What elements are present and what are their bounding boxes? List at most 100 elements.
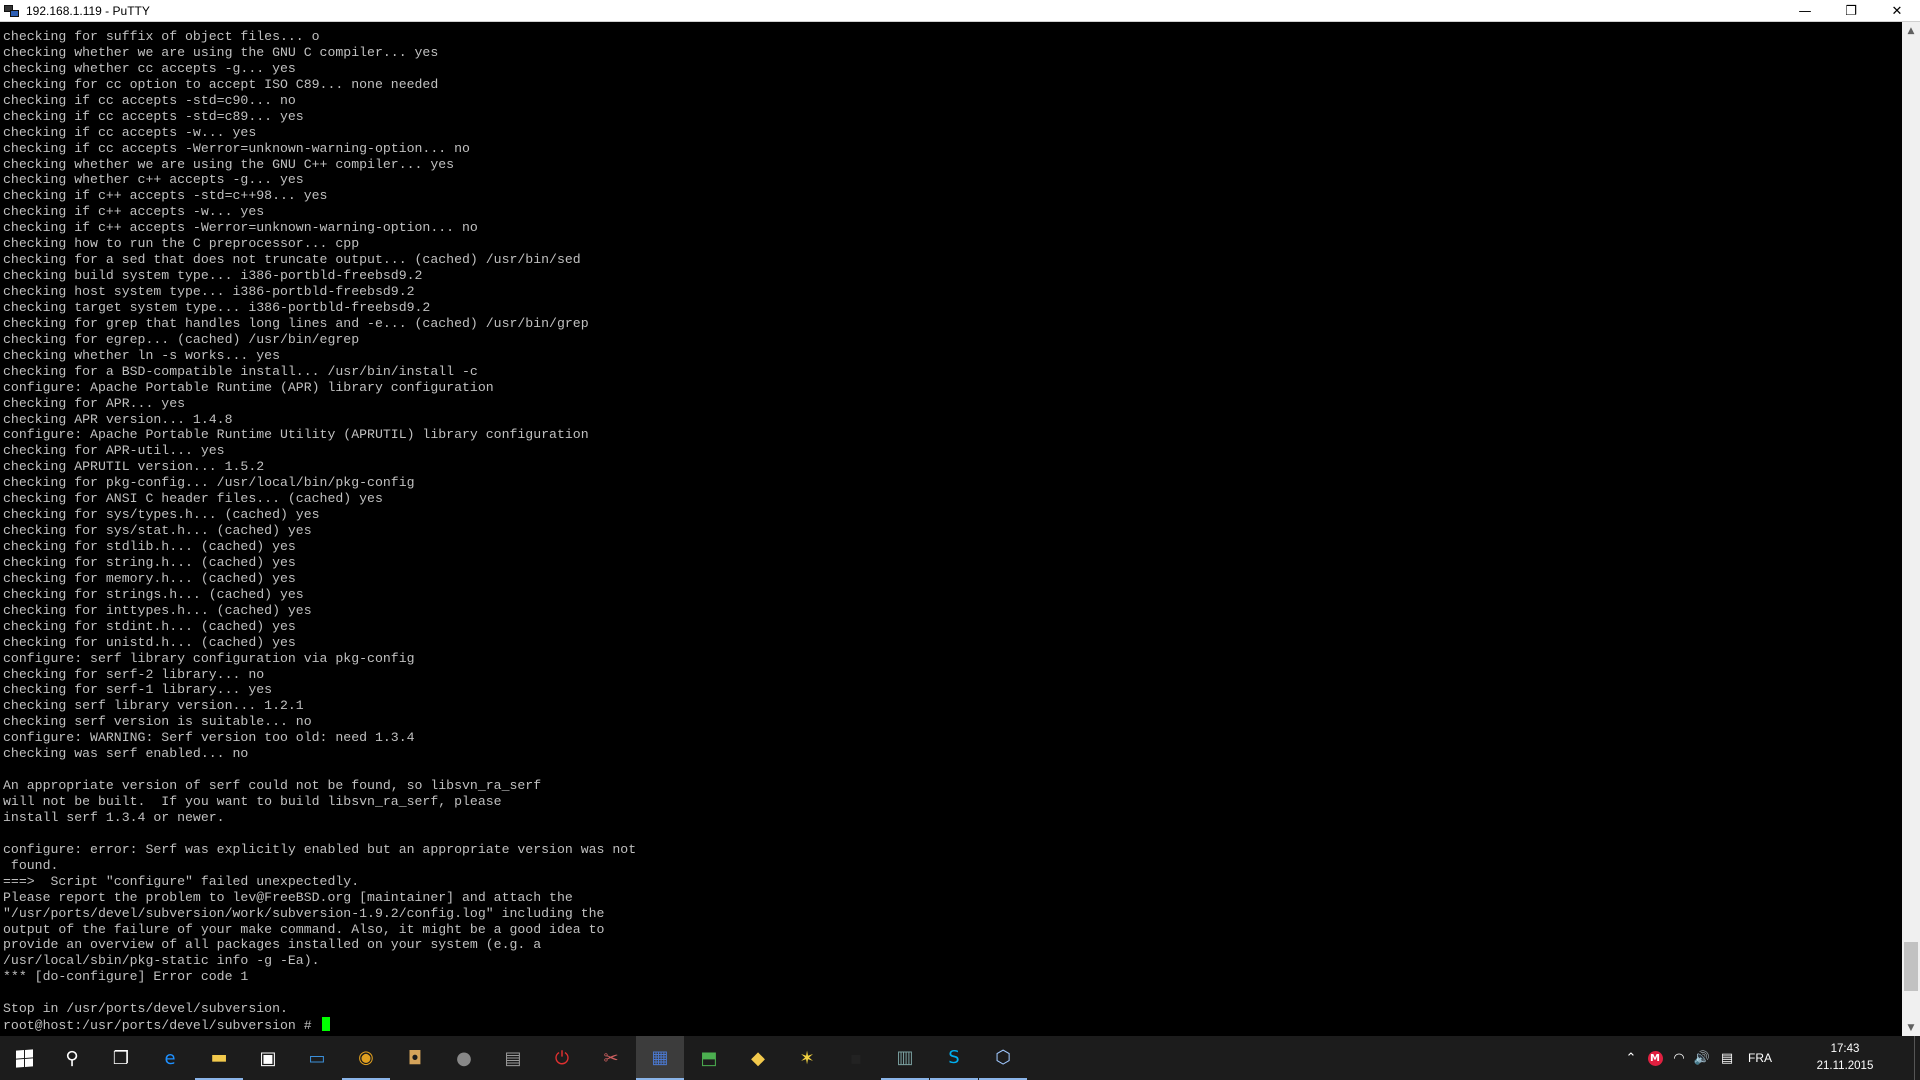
terminal-line: checking was serf enabled... no [3, 746, 249, 762]
taskbar-button-skype[interactable]: S [930, 1036, 978, 1080]
taskbar-button-network-app[interactable]: ⬒ [685, 1036, 733, 1080]
taskbar-button-file-explorer[interactable]: ▬ [195, 1036, 243, 1080]
taskbar-button-store[interactable]: ▣ [244, 1036, 292, 1080]
taskbar-button-shutdown-app[interactable]: ⏻ [538, 1036, 586, 1080]
app-icon-generic: ◘ [407, 1047, 423, 1069]
taskbar-button-remote-desktop[interactable]: ▭ [293, 1036, 341, 1080]
system-tray: ⌃ M ◠ 🔊 ▤ FRA 17:43 21.11.2015 [1620, 1036, 1920, 1080]
taskbar-button-terminal-app[interactable]: ▥ [881, 1036, 929, 1080]
clock[interactable]: 17:43 21.11.2015 [1810, 1041, 1880, 1075]
terminal-line: checking for stdlib.h... (cached) yes [3, 539, 296, 554]
terminal-line: checking for stdint.h... (cached) yes [3, 618, 296, 634]
taskbar-button-star-app[interactable]: ✶ [783, 1036, 831, 1080]
terminal-line: will not be built. If you want to build … [3, 794, 502, 809]
terminal-line: configure: serf library configuration vi… [3, 650, 415, 666]
taskbar-button-disk-app[interactable]: ▤ [489, 1036, 537, 1080]
terminal-line: checking if c++ accepts -w... yes [3, 204, 265, 220]
scrollbar-thumb[interactable] [1904, 942, 1918, 992]
taskbar-button-virtualbox[interactable]: ⬡ [979, 1036, 1027, 1080]
clock-time: 17:43 [1830, 1043, 1860, 1055]
terminal-line: checking host system type... i386-portbl… [3, 284, 415, 299]
taskbar-button-task-view[interactable]: ❐ [97, 1036, 145, 1080]
terminal-line: checking if cc accepts -Werror=unknown-w… [3, 140, 470, 156]
taskbar-button-search[interactable]: ⚲ [48, 1036, 96, 1080]
terminal-line: checking for sys/types.h... (cached) yes [3, 507, 320, 523]
terminal-prompt-line[interactable]: root@host:/usr/ports/devel/subversion # [3, 1017, 636, 1033]
text-cursor [321, 1017, 330, 1032]
terminal-line: checking for egrep... (cached) /usr/bin/… [3, 331, 360, 347]
disk-app-icon: ▤ [504, 1047, 522, 1069]
terminal-line: checking target system type... i386-port… [3, 299, 431, 315]
wifi-icon[interactable]: ◠ [1668, 1036, 1690, 1080]
star-app-icon: ✶ [799, 1047, 815, 1069]
search-icon: ⚲ [65, 1047, 79, 1069]
terminal-line: configure: WARNING: Serf version too old… [3, 730, 415, 746]
terminal-line: checking for grep that handles long line… [3, 315, 589, 331]
window-title-bar[interactable]: 192.168.1.119 - PuTTY — ❐ ✕ [0, 0, 1920, 22]
volume-icon[interactable]: 🔊 [1690, 1036, 1714, 1080]
chicken-app-icon: ◆ [751, 1047, 765, 1069]
terminal-app-icon: ▥ [896, 1046, 914, 1068]
terminal-line: checking for suffix of object files... o [3, 29, 320, 44]
taskbar-button-edge[interactable]: e [146, 1036, 194, 1080]
terminal-line: checking for APR-util... yes [3, 443, 225, 459]
terminal-line: checking for memory.h... (cached) yes [3, 570, 296, 586]
terminal-line: configure: Apache Portable Runtime Utili… [3, 427, 589, 443]
terminal-area[interactable]: checking for suffix of object files... o… [0, 22, 1902, 1036]
terminal-line: checking serf library version... 1.2.1 [3, 698, 304, 714]
terminal-line: checking for cc option to accept ISO C89… [3, 76, 439, 92]
taskbar-button-tools-app[interactable]: ✂ [587, 1036, 635, 1080]
shutdown-app-icon: ⏻ [554, 1047, 570, 1069]
terminal-line: checking whether we are using the GNU C … [3, 44, 439, 60]
taskbar: ⚲ ❐ e ▬ ▣ ▭ ◉ ◘ ● ▤ ⏻ ✂ ▦ ⬒ ◆ ✶ ▪ ▥ S ⬡ ⌃ M ◠ 🔊 ▤ FRA 17:43… [0, 1036, 1920, 1080]
taskbar-button-putty[interactable]: ▦ [636, 1036, 684, 1080]
taskbar-button-chrome[interactable]: ◉ [342, 1036, 390, 1080]
store-icon: ▣ [259, 1047, 277, 1069]
scroll-down-arrow-icon[interactable]: ▼ [1902, 1019, 1920, 1036]
terminal-line: checking if cc accepts -std=c89... yes [3, 108, 304, 124]
antivirus-tray-icon[interactable]: M [1642, 1036, 1668, 1080]
taskbar-button-console-app[interactable]: ▪ [832, 1036, 880, 1080]
terminal-line: "/usr/ports/devel/subversion/work/subver… [3, 905, 605, 921]
terminal-line: checking APR version... 1.4.8 [3, 411, 233, 427]
terminal-line: checking for serf-1 library... yes [3, 682, 273, 698]
window-title: 192.168.1.119 - PuTTY [26, 3, 150, 18]
console-app-icon: ▪ [849, 1047, 863, 1069]
restore-button[interactable]: ❐ [1828, 0, 1874, 22]
scroll-up-arrow-icon[interactable]: ▲ [1902, 22, 1920, 39]
terminal-line: checking for APR... yes [3, 395, 186, 411]
action-center-icon[interactable]: ▤ [1714, 1036, 1740, 1080]
putty-icon: ▦ [651, 1046, 669, 1068]
taskbar-button-audio-app[interactable]: ● [440, 1036, 488, 1080]
terminal-line: An appropriate version of serf could not… [3, 778, 542, 794]
terminal-line: ===> Script "configure" failed unexpecte… [3, 873, 360, 889]
input-language-indicator[interactable]: FRA [1742, 1036, 1778, 1080]
terminal-line: checking APRUTIL version... 1.5.2 [3, 459, 265, 475]
show-desktop-button[interactable] [1914, 1036, 1920, 1080]
terminal-line: checking whether ln -s works... yes [3, 347, 280, 363]
terminal-line: configure: Apache Portable Runtime (APR)… [3, 379, 494, 395]
taskbar-button-chicken-app[interactable]: ◆ [734, 1036, 782, 1080]
terminal-line: configure: error: Serf was explicitly en… [3, 841, 637, 857]
terminal-line: /usr/local/sbin/pkg-static info -g -Ea). [3, 953, 320, 969]
tray-chevron-icon[interactable]: ⌃ [1620, 1036, 1642, 1080]
skype-icon: S [948, 1046, 960, 1068]
taskbar-button-app-icon-generic[interactable]: ◘ [391, 1036, 439, 1080]
terminal-line: checking for strings.h... (cached) yes [3, 586, 304, 602]
terminal-line: checking whether c++ accepts -g... yes [3, 172, 304, 188]
virtualbox-icon: ⬡ [995, 1046, 1011, 1068]
terminal-line: found. [3, 857, 59, 873]
terminal-line: checking for inttypes.h... (cached) yes [3, 602, 312, 618]
start-button[interactable] [0, 1036, 48, 1080]
audio-app-icon: ● [456, 1047, 472, 1069]
terminal-line: checking if cc accepts -w... yes [3, 124, 257, 140]
terminal-output: checking for suffix of object files... o… [3, 29, 636, 1033]
remote-desktop-icon: ▭ [308, 1047, 326, 1069]
close-button[interactable]: ✕ [1874, 0, 1920, 22]
terminal-line: checking how to run the C preprocessor..… [3, 236, 360, 252]
minimize-button[interactable]: — [1782, 0, 1828, 22]
shell-prompt: root@host:/usr/ports/devel/subversion # [3, 1018, 320, 1034]
terminal-scrollbar[interactable]: ▲ ▼ [1902, 22, 1920, 1036]
terminal-line: install serf 1.3.4 or newer. [3, 809, 225, 825]
